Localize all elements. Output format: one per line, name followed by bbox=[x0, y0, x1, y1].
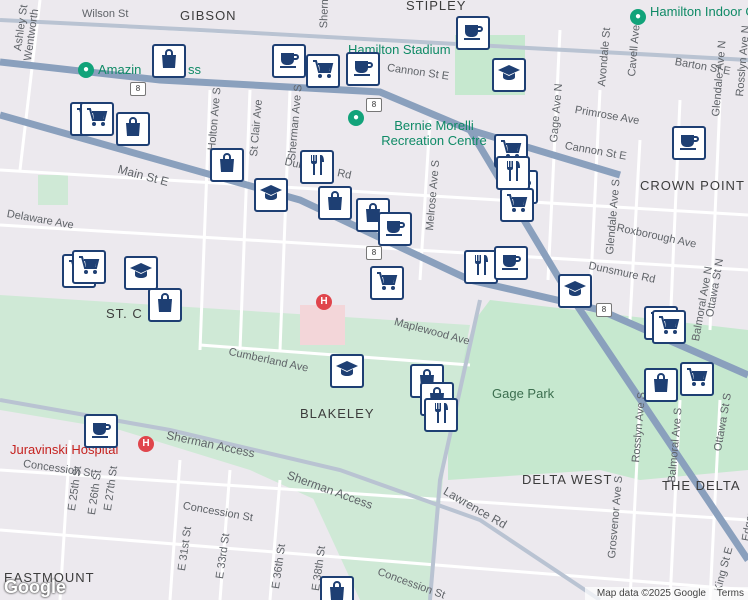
graduation-marker[interactable] bbox=[330, 354, 364, 388]
poi-pin-icon[interactable]: ● bbox=[348, 110, 364, 126]
graduation-icon bbox=[259, 181, 283, 210]
restaurant-icon bbox=[501, 159, 525, 188]
coffee-marker[interactable] bbox=[672, 126, 706, 160]
cart-icon bbox=[77, 253, 101, 282]
restaurant-marker[interactable] bbox=[300, 150, 334, 184]
shopping-bag-marker[interactable] bbox=[210, 148, 244, 182]
area-label: GIBSON bbox=[180, 8, 237, 23]
coffee-marker[interactable] bbox=[378, 212, 412, 246]
graduation-icon bbox=[129, 259, 153, 288]
cart-marker[interactable] bbox=[306, 54, 340, 88]
coffee-marker[interactable] bbox=[346, 52, 380, 86]
poi-pin-icon[interactable]: ● bbox=[630, 9, 646, 25]
restaurant-marker[interactable] bbox=[496, 156, 530, 190]
cart-marker[interactable] bbox=[652, 310, 686, 344]
route-shield: 8 bbox=[366, 246, 382, 260]
map-canvas[interactable]: GIBSON STIPLEY CROWN POINT WEST ST. C BL… bbox=[0, 0, 748, 600]
coffee-icon bbox=[89, 417, 113, 446]
graduation-marker[interactable] bbox=[558, 274, 592, 308]
route-shield: 8 bbox=[366, 98, 382, 112]
restaurant-icon bbox=[305, 153, 329, 182]
cart-icon bbox=[505, 191, 529, 220]
graduation-marker[interactable] bbox=[254, 178, 288, 212]
area-label: ST. C bbox=[106, 306, 143, 321]
route-shield: 8 bbox=[130, 82, 146, 96]
restaurant-icon bbox=[429, 401, 453, 430]
poi-label[interactable]: Gage Park bbox=[492, 386, 554, 401]
restaurant-marker[interactable] bbox=[464, 250, 498, 284]
area-label: CROWN POINT WEST bbox=[640, 178, 748, 193]
cart-marker[interactable] bbox=[80, 102, 114, 136]
poi-label[interactable]: Hamilton Indoor Go Karts bbox=[650, 4, 748, 19]
cart-icon bbox=[85, 105, 109, 134]
cart-marker[interactable] bbox=[370, 266, 404, 300]
shopping-bag-icon bbox=[323, 189, 347, 218]
restaurant-marker[interactable] bbox=[424, 398, 458, 432]
route-shield: 8 bbox=[596, 303, 612, 317]
coffee-icon bbox=[383, 215, 407, 244]
coffee-marker[interactable] bbox=[494, 246, 528, 280]
restaurant-icon bbox=[469, 253, 493, 282]
cart-marker[interactable] bbox=[500, 188, 534, 222]
shopping-bag-marker[interactable] bbox=[318, 186, 352, 220]
cart-icon bbox=[657, 313, 681, 342]
shopping-bag-marker[interactable] bbox=[320, 576, 354, 600]
cart-icon bbox=[375, 269, 399, 298]
poi-pin-icon[interactable]: ● bbox=[78, 62, 94, 78]
google-logo: Google bbox=[4, 577, 66, 597]
coffee-icon bbox=[461, 19, 485, 48]
shopping-bag-marker[interactable] bbox=[152, 44, 186, 78]
shopping-bag-icon bbox=[325, 579, 349, 600]
area-label: BLAKELEY bbox=[300, 406, 375, 421]
area-label: THE DELTA bbox=[662, 478, 741, 493]
shopping-bag-marker[interactable] bbox=[644, 368, 678, 402]
copyright-text: Map data ©2025 Google bbox=[596, 588, 706, 599]
coffee-icon bbox=[351, 55, 375, 84]
graduation-marker[interactable] bbox=[492, 58, 526, 92]
graduation-marker[interactable] bbox=[124, 256, 158, 290]
cart-marker[interactable] bbox=[72, 250, 106, 284]
poi-label[interactable]: Amazin bbox=[98, 62, 141, 77]
cart-icon bbox=[311, 57, 335, 86]
shopping-bag-icon bbox=[649, 371, 673, 400]
cart-marker[interactable] bbox=[680, 362, 714, 396]
map-footer: Map data ©2025 Google Terms bbox=[584, 587, 748, 600]
coffee-marker[interactable] bbox=[84, 414, 118, 448]
graduation-icon bbox=[335, 357, 359, 386]
coffee-marker[interactable] bbox=[456, 16, 490, 50]
hospital-icon[interactable]: H bbox=[138, 436, 154, 452]
coffee-icon bbox=[677, 129, 701, 158]
shopping-bag-icon bbox=[153, 291, 177, 320]
shopping-bag-icon bbox=[157, 47, 181, 76]
poi-label[interactable]: Bernie Morelli Recreation Centre bbox=[368, 118, 500, 148]
coffee-icon bbox=[277, 47, 301, 76]
coffee-marker[interactable] bbox=[272, 44, 306, 78]
shopping-bag-icon bbox=[121, 115, 145, 144]
graduation-icon bbox=[563, 277, 587, 306]
map-base bbox=[0, 0, 748, 600]
hospital-icon[interactable]: H bbox=[316, 294, 332, 310]
poi-label[interactable]: ss bbox=[188, 62, 201, 77]
area-label: DELTA WEST bbox=[522, 472, 613, 487]
graduation-icon bbox=[497, 61, 521, 90]
cart-icon bbox=[685, 365, 709, 394]
terms-link[interactable]: Terms bbox=[717, 588, 744, 599]
shopping-bag-marker[interactable] bbox=[148, 288, 182, 322]
shopping-bag-marker[interactable] bbox=[116, 112, 150, 146]
area-label: STIPLEY bbox=[406, 0, 467, 13]
coffee-icon bbox=[499, 249, 523, 278]
shopping-bag-icon bbox=[215, 151, 239, 180]
